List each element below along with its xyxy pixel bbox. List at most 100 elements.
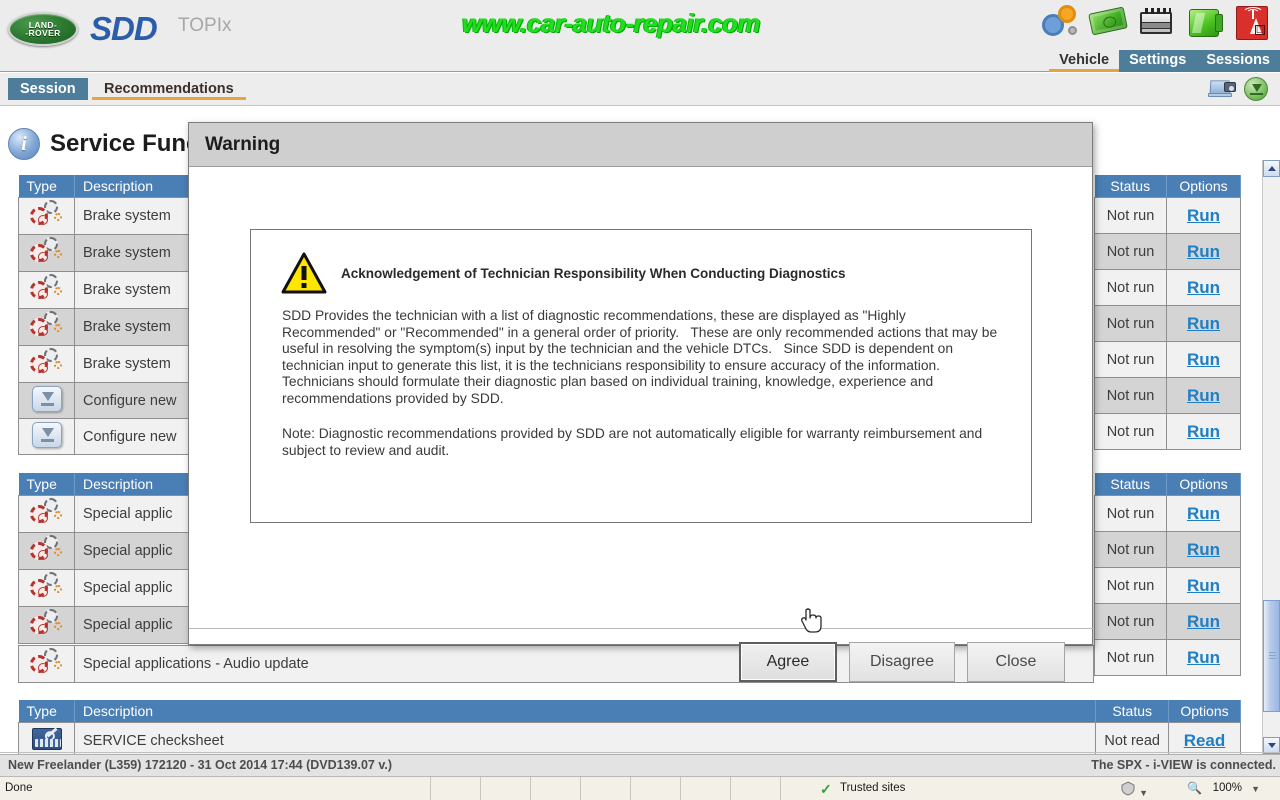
- checksheet-icon: [31, 726, 62, 750]
- table-row[interactable]: Not run Run: [1094, 269, 1242, 306]
- protected-mode-icon[interactable]: ▼: [1120, 780, 1148, 799]
- table-row[interactable]: Not run Run: [1094, 531, 1242, 568]
- col-header-type[interactable]: Type: [18, 700, 75, 723]
- tab-session[interactable]: Session: [8, 78, 88, 100]
- table-row[interactable]: Not run Run: [1094, 567, 1242, 604]
- scroll-up-button[interactable]: [1263, 160, 1280, 177]
- gear-clock-icon: [29, 648, 64, 676]
- status-divider: [0, 752, 1280, 753]
- col-header-status[interactable]: Status: [1094, 175, 1167, 198]
- row-option-cell: Run: [1165, 233, 1242, 270]
- row-type-icon-cell: [18, 645, 75, 683]
- vertical-scrollbar[interactable]: [1262, 160, 1280, 754]
- gears-icon[interactable]: [1040, 2, 1080, 44]
- read-link[interactable]: Read: [1184, 731, 1226, 750]
- run-link[interactable]: Run: [1187, 206, 1220, 225]
- col-header-options[interactable]: Options: [1166, 473, 1242, 496]
- nav-item-sessions[interactable]: Sessions: [1196, 50, 1280, 72]
- download-icon[interactable]: [1244, 77, 1268, 101]
- agree-button[interactable]: Agree: [738, 642, 837, 682]
- col-header-options[interactable]: Options: [1168, 700, 1241, 723]
- warning-heading: Acknowledgement of Technician Responsibi…: [341, 266, 846, 281]
- col-header-options[interactable]: Options: [1166, 175, 1242, 198]
- dialog-content-panel: Acknowledgement of Technician Responsibi…: [250, 229, 1032, 523]
- run-link[interactable]: Run: [1187, 278, 1220, 297]
- zoom-chevron-down-icon[interactable]: ▼: [1251, 784, 1260, 794]
- nav-item-vehicle[interactable]: Vehicle: [1049, 50, 1120, 72]
- gear-clock-icon: [29, 498, 64, 526]
- table-row[interactable]: Not run Run: [1094, 341, 1242, 378]
- run-link[interactable]: Run: [1187, 422, 1220, 441]
- gear-clock-icon: [29, 200, 64, 228]
- row-type-icon-cell: [18, 495, 75, 533]
- col-header-status[interactable]: Status: [1094, 473, 1167, 496]
- row-status: Not run: [1094, 341, 1167, 378]
- run-link[interactable]: Run: [1187, 314, 1220, 333]
- row-option-cell: Run: [1165, 341, 1242, 378]
- row-type-icon-cell: [18, 382, 75, 419]
- row-option-cell: Run: [1165, 377, 1242, 414]
- run-link[interactable]: Run: [1187, 648, 1220, 667]
- browser-status-bar: Done ✓ Trusted sites ▼ 🔍 100% ▼: [0, 776, 1280, 800]
- col-header-type[interactable]: Type: [18, 473, 75, 496]
- table-row[interactable]: Not run Run: [1094, 377, 1242, 414]
- run-link[interactable]: Run: [1187, 504, 1220, 523]
- disagree-button[interactable]: Disagree: [848, 642, 955, 682]
- dialog-paragraph-2: Note: Diagnostic recommendations provide…: [282, 426, 986, 458]
- zoom-level-label[interactable]: 100%: [1213, 782, 1242, 794]
- security-zone-label[interactable]: Trusted sites: [840, 782, 905, 794]
- table-row[interactable]: Not run Run: [1094, 233, 1242, 270]
- row-option-cell: Run: [1165, 639, 1242, 676]
- scrollbar-thumb[interactable]: [1263, 600, 1280, 712]
- row-status: Not run: [1094, 603, 1167, 640]
- row-status: Not run: [1094, 531, 1167, 568]
- gear-clock-icon: [29, 609, 64, 637]
- col-header-type[interactable]: Type: [18, 175, 75, 198]
- col-header-status[interactable]: Status: [1095, 700, 1169, 723]
- table-header-row: Type Description Status Options: [18, 700, 1241, 723]
- fuel-can-icon[interactable]: [1184, 2, 1224, 44]
- run-link[interactable]: Run: [1187, 242, 1220, 261]
- warning-header-row: Acknowledgement of Technician Responsibi…: [281, 252, 846, 294]
- app-name: SDD: [90, 10, 158, 47]
- gear-clock-icon: [29, 535, 64, 563]
- battery-icon[interactable]: [1136, 2, 1176, 44]
- row-status: Not run: [1094, 567, 1167, 604]
- service-table-1-right: Status Options Not run Run Not run Run N…: [1094, 175, 1242, 450]
- table-header-row: Status Options: [1094, 473, 1242, 496]
- tab-strip: Session Recommendations: [0, 73, 1280, 106]
- row-status: Not run: [1094, 377, 1167, 414]
- row-option-cell: Run: [1165, 495, 1242, 532]
- row-option-cell: Run: [1165, 531, 1242, 568]
- check-icon: ✓: [820, 781, 832, 797]
- row-type-icon-cell: [18, 418, 75, 455]
- table-row[interactable]: Not run Run: [1094, 495, 1242, 532]
- row-type-icon-cell: [18, 606, 75, 644]
- run-link[interactable]: Run: [1187, 540, 1220, 559]
- connection-status-text: The SPX - i-VIEW is connected.: [1091, 758, 1276, 772]
- table-row[interactable]: Not run Run: [1094, 413, 1242, 450]
- dialog-paragraph-1: SDD Provides the technician with a list …: [282, 308, 1001, 406]
- run-link[interactable]: Run: [1187, 350, 1220, 369]
- row-option-cell: Run: [1165, 197, 1242, 234]
- screenshot-icon[interactable]: [1208, 77, 1236, 101]
- table-row[interactable]: Not run Run: [1094, 603, 1242, 640]
- close-button[interactable]: Close: [967, 642, 1065, 682]
- run-link[interactable]: Run: [1187, 576, 1220, 595]
- row-type-icon-cell: [18, 308, 75, 346]
- table-row[interactable]: Not run Run: [1094, 305, 1242, 342]
- chevron-up-icon: [1267, 166, 1276, 171]
- table-header-row: Status Options: [1094, 175, 1242, 198]
- tab-recommendations[interactable]: Recommendations: [92, 78, 246, 100]
- col-header-description[interactable]: Description: [74, 700, 1097, 723]
- signal-icon[interactable]: ☐: [1232, 2, 1272, 44]
- dialog-body: Acknowledgement of Technician Responsibi…: [189, 167, 1094, 682]
- run-link[interactable]: Run: [1187, 386, 1220, 405]
- download-box-icon: [31, 385, 62, 412]
- table-row[interactable]: Not run Run: [1094, 197, 1242, 234]
- table-row[interactable]: Not run Run: [1094, 639, 1242, 676]
- dialog-separator: [189, 628, 1094, 629]
- nav-item-settings[interactable]: Settings: [1119, 50, 1197, 72]
- run-link[interactable]: Run: [1187, 612, 1220, 631]
- money-icon[interactable]: [1088, 2, 1128, 44]
